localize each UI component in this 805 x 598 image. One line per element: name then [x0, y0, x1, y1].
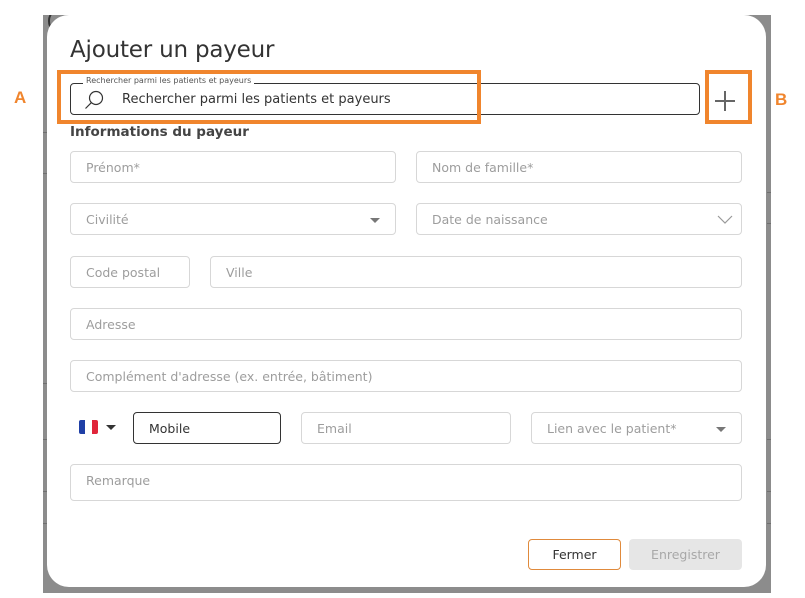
city-input[interactable]: Ville	[210, 256, 742, 288]
dropdown-caret-icon	[370, 218, 380, 223]
country-dropdown-caret-icon[interactable]	[106, 425, 116, 430]
dropdown-caret-icon	[716, 427, 726, 432]
section-title: Informations du payeur	[70, 124, 249, 140]
postal-code-input[interactable]: Code postal	[70, 256, 190, 288]
close-button[interactable]: Fermer	[528, 539, 621, 570]
remark-textarea[interactable]: Remarque	[70, 464, 742, 501]
birth-date-select[interactable]: Date de naissance	[416, 203, 742, 235]
relation-select[interactable]: Lien avec le patient*	[531, 412, 742, 444]
callout-label-a: A	[14, 88, 27, 107]
address-complement-input[interactable]: Complément d'adresse (ex. entrée, bâtime…	[70, 360, 742, 392]
last-name-input[interactable]: Nom de famille*	[416, 151, 742, 183]
address-input[interactable]: Adresse	[70, 308, 742, 340]
save-button[interactable]: Enregistrer	[629, 539, 742, 570]
first-name-input[interactable]: Prénom*	[70, 151, 396, 183]
callout-box-b	[705, 70, 752, 124]
email-input[interactable]: Email	[301, 412, 511, 444]
chevron-down-icon	[717, 215, 733, 224]
mobile-input[interactable]: Mobile	[133, 412, 281, 444]
stage: Ajouter un payeur Rechercher parmi les p…	[0, 0, 805, 598]
modal-title: Ajouter un payeur	[70, 37, 275, 63]
callout-box-a	[57, 70, 481, 124]
callout-label-b: B	[775, 90, 788, 109]
civility-select[interactable]: Civilité	[70, 203, 396, 235]
france-flag-icon[interactable]	[79, 420, 98, 434]
